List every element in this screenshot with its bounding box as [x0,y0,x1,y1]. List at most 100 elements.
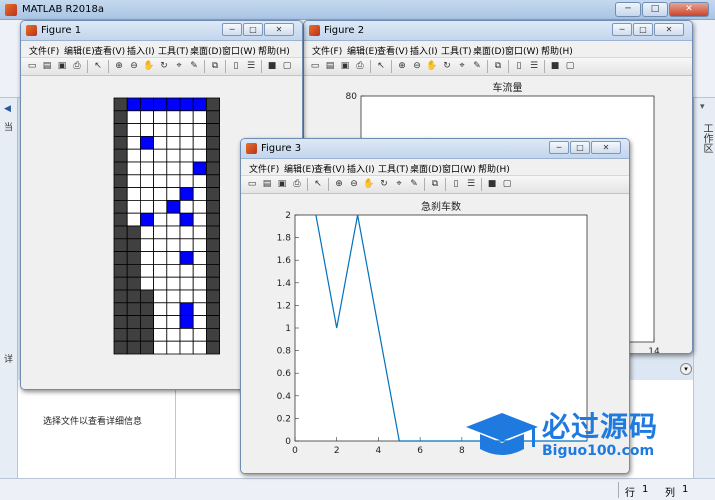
grid-cell [166,225,181,240]
new-file-icon[interactable]: ▭ [26,60,38,72]
matlab-logo-icon [246,143,257,154]
pan-icon[interactable]: ✋ [363,178,375,190]
save-icon[interactable]: ▣ [56,60,68,72]
pan-icon[interactable]: ✋ [426,60,438,72]
colorbar-icon[interactable]: ▯ [513,60,525,72]
menu-item-1[interactable]: 编辑(E) [64,44,95,57]
menu-item-2[interactable]: 查看(V) [94,44,125,57]
hide-icon[interactable]: ■ [486,178,498,190]
menu-item-5[interactable]: 桌面(D) [410,162,442,175]
menu-item-3[interactable]: 插入(I) [347,162,375,175]
menu-item-6[interactable]: 窗口(W) [505,44,539,57]
maximize-button[interactable]: □ [570,141,590,154]
menu-item-1[interactable]: 编辑(E) [347,44,378,57]
brush-icon[interactable]: ✎ [408,178,420,190]
rotate-icon[interactable]: ↻ [158,60,170,72]
menu-item-1[interactable]: 编辑(E) [284,162,315,175]
pointer-icon[interactable]: ↖ [92,60,104,72]
save-icon[interactable]: ▣ [339,60,351,72]
zoom-in-icon[interactable]: ⊕ [113,60,125,72]
brush-icon[interactable]: ✎ [188,60,200,72]
maximize-button[interactable]: □ [633,23,653,36]
chevron-down-icon[interactable]: ▾ [700,102,705,112]
new-file-icon[interactable]: ▭ [246,178,258,190]
colorbar-icon[interactable]: ▯ [230,60,242,72]
rotate-icon[interactable]: ↻ [378,178,390,190]
minimize-button[interactable]: ─ [615,2,641,17]
rotate-icon[interactable]: ↻ [441,60,453,72]
menu-item-7[interactable]: 帮助(H) [258,44,290,57]
menu-item-4[interactable]: 工具(T) [158,44,189,57]
legend-icon[interactable]: ☰ [528,60,540,72]
close-button[interactable]: ✕ [264,23,294,36]
maximize-button[interactable]: □ [642,2,668,17]
workspace-label[interactable]: 工作区 [699,123,714,153]
menu-item-6[interactable]: 窗口(W) [442,162,476,175]
print-icon[interactable]: ⎙ [71,60,83,72]
menu-item-3[interactable]: 插入(I) [410,44,438,57]
menu-item-4[interactable]: 工具(T) [441,44,472,57]
grid-cell [166,123,181,137]
menu-item-0[interactable]: 文件(F) [249,162,279,175]
brush-icon[interactable]: ✎ [471,60,483,72]
datatip-icon[interactable]: ⌖ [393,178,405,190]
zoom-out-icon[interactable]: ⊖ [128,60,140,72]
open-icon[interactable]: ▤ [261,178,273,190]
grid-cell [153,148,168,163]
close-button[interactable]: ✕ [669,2,709,17]
menu-item-4[interactable]: 工具(T) [378,162,409,175]
maximize-button[interactable]: □ [243,23,263,36]
panel-menu-icon[interactable]: ▾ [680,363,692,375]
menu-item-0[interactable]: 文件(F) [29,44,59,57]
minimize-button[interactable]: ─ [222,23,242,36]
watermark-title: 必过源码 [542,410,659,443]
zoom-out-icon[interactable]: ⊖ [348,178,360,190]
show-icon[interactable]: ▢ [281,60,293,72]
menu-item-6[interactable]: 窗口(W) [222,44,256,57]
grid-cell [166,97,181,112]
zoom-in-icon[interactable]: ⊕ [396,60,408,72]
print-icon[interactable]: ⎙ [354,60,366,72]
menu-item-5[interactable]: 桌面(D) [473,44,505,57]
grid-cell [192,161,207,176]
grid-cell [179,289,194,304]
show-icon[interactable]: ▢ [501,178,513,190]
menu-item-7[interactable]: 帮助(H) [478,162,510,175]
legend-icon[interactable]: ☰ [245,60,257,72]
datatip-icon[interactable]: ⌖ [173,60,185,72]
pointer-icon[interactable]: ↖ [312,178,324,190]
link-icon[interactable]: ⧉ [209,60,221,72]
menu-item-3[interactable]: 插入(I) [127,44,155,57]
menu-item-2[interactable]: 查看(V) [377,44,408,57]
hide-icon[interactable]: ■ [266,60,278,72]
zoom-in-icon[interactable]: ⊕ [333,178,345,190]
minimize-button[interactable]: ─ [612,23,632,36]
grid-cell [126,123,141,137]
link-icon[interactable]: ⧉ [492,60,504,72]
close-button[interactable]: ✕ [654,23,684,36]
menu-item-5[interactable]: 桌面(D) [190,44,222,57]
print-icon[interactable]: ⎙ [291,178,303,190]
minimize-button[interactable]: ─ [549,141,569,154]
close-button[interactable]: ✕ [591,141,621,154]
colorbar-icon[interactable]: ▯ [450,178,462,190]
x-tick-label: 2 [334,446,340,456]
pointer-icon[interactable]: ↖ [375,60,387,72]
menu-item-0[interactable]: 文件(F) [312,44,342,57]
datatip-icon[interactable]: ⌖ [456,60,468,72]
hide-icon[interactable]: ■ [549,60,561,72]
menu-item-2[interactable]: 查看(V) [314,162,345,175]
open-icon[interactable]: ▤ [324,60,336,72]
zoom-out-icon[interactable]: ⊖ [411,60,423,72]
show-icon[interactable]: ▢ [564,60,576,72]
open-icon[interactable]: ▤ [41,60,53,72]
current-folder-label: 当 [4,123,14,133]
grid-cell [140,174,155,189]
menu-item-7[interactable]: 帮助(H) [541,44,573,57]
legend-icon[interactable]: ☰ [465,178,477,190]
link-icon[interactable]: ⧉ [429,178,441,190]
pan-icon[interactable]: ✋ [143,60,155,72]
save-icon[interactable]: ▣ [276,178,288,190]
new-file-icon[interactable]: ▭ [309,60,321,72]
back-arrow-icon[interactable]: ◀ [4,104,11,114]
